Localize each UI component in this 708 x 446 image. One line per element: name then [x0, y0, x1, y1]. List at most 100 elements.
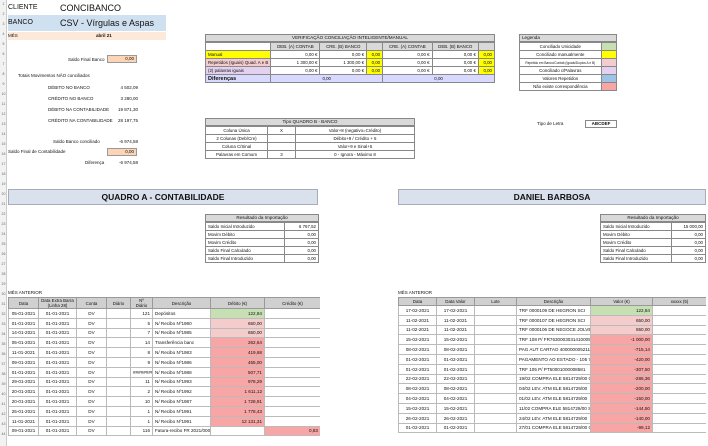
- table-row[interactable]: 01-02-2021 01-02-2021 TRF 105 P/ PT5000100…: [398, 363, 706, 375]
- table-cell: [264, 415, 320, 427]
- table-row[interactable]: 01-01-2021 01-01-2021 DV 5 N/ Recibo Nº1980 6…: [8, 317, 320, 329]
- row-number: 37: [1, 362, 6, 366]
- resultado-value[interactable]: 0,00: [284, 238, 319, 247]
- table-cell: 650,00: [210, 317, 265, 329]
- cliente-value[interactable]: CONCIBANCO: [60, 3, 121, 13]
- table-cell: 5: [130, 317, 153, 329]
- quadro-b-col-header[interactable]: Descrição: [516, 297, 591, 306]
- table-cell: 08-02-2021: [398, 344, 437, 355]
- quadro-b-col-header[interactable]: xxxxx (5): [652, 297, 706, 306]
- table-row[interactable]: 01-01-2021 01-01-2021 DV ######## N/ Recibo …: [8, 366, 320, 378]
- table-row[interactable]: 20-01-2021 01-01-2021 DV 2 N/ Recibo Nº1992 1…: [8, 386, 320, 398]
- table-cell: 14-01-2021: [8, 327, 39, 339]
- resultado-value[interactable]: 0,00: [284, 230, 319, 239]
- quadro-b-col-header[interactable]: Data: [398, 297, 437, 306]
- row-number: 18: [1, 172, 6, 176]
- row-number: 10: [1, 92, 6, 96]
- table-cell: 1 611,12: [210, 386, 265, 398]
- table-row[interactable]: 17-02-2021 17-02-2021 TRF 0000109 DE HEGRO…: [398, 305, 706, 316]
- quadro-b-col-header[interactable]: Lote: [474, 297, 517, 306]
- table-row[interactable]: 01-02-2021 01-02-2021 27/01 COMPRA ELE 581…: [398, 422, 706, 434]
- table-cell: [652, 373, 706, 385]
- saldo-final-banco-input[interactable]: 0,00: [107, 55, 137, 63]
- row-number: 29: [1, 282, 6, 286]
- mes-value[interactable]: abril 21: [96, 33, 112, 38]
- table-cell: 1 778,43: [210, 405, 265, 417]
- table-row[interactable]: 08-02-2021 08-02-2021 04/02 LEV. ATM ELE 5…: [398, 383, 706, 395]
- quadro-a-col-header[interactable]: Crédito (€): [264, 297, 320, 309]
- table-cell: 11-01-2021: [8, 347, 39, 358]
- quadro-b-col-header[interactable]: Valor (€): [590, 297, 653, 306]
- table-cell: [474, 383, 517, 395]
- tipo-quadro-cell[interactable]: [267, 142, 296, 151]
- table-cell: 7: [130, 327, 153, 339]
- summary-row: CRÉDITO NO BANCO 3 280,00: [48, 96, 148, 105]
- verificacao-row-label: (2) palavras iguais: [204, 66, 272, 75]
- resultado-row: Saldo Final Introduzido 0,00: [600, 254, 706, 263]
- table-row[interactable]: 08-02-2021 08-02-2021 PAG AUT CARTAO 40000…: [398, 344, 706, 355]
- verificacao-cell: 0,00 €: [431, 50, 479, 59]
- quadro-a-col-header[interactable]: Nº Diário: [130, 297, 153, 309]
- banco-value[interactable]: CSV - Vírgulas e Aspas: [60, 18, 154, 28]
- table-row[interactable]: 11-02-2021 11-02-2021 TRF 0000107 DE HEGRO…: [398, 314, 706, 326]
- table-row[interactable]: 15-02-2021 15-02-2021 11/02 COMPRA ELE 581…: [398, 402, 706, 414]
- table-row[interactable]: 11-01-2021 01-01-2021 DV 1 N/ Recibo Nº1991 1…: [8, 415, 320, 427]
- table-row[interactable]: 14-01-2021 01-01-2021 DV 7 N/ Recibo Nº1985 6…: [8, 327, 320, 339]
- quadro-a-col-header[interactable]: Débito (€): [210, 297, 265, 309]
- tipo-quadro-cell: Valor+9 e Sinal+5: [295, 142, 415, 151]
- tipo-letra-value[interactable]: ABCDEF: [585, 120, 617, 128]
- quadro-a-col-header[interactable]: Descrição: [152, 297, 211, 309]
- legenda-title: Legenda: [519, 34, 617, 42]
- table-cell: 11: [130, 376, 153, 388]
- table-cell: 15-02-2021: [436, 334, 475, 346]
- table-row[interactable]: 09-01-2021 01-01-2021 DV 9 N/ Recibo Nº1986 4…: [8, 356, 320, 368]
- table-cell: 9: [130, 356, 153, 368]
- resultado-value[interactable]: 15 000,00: [671, 222, 706, 231]
- table-row[interactable]: 26-02-2021 26-02-2021 24/02 LEV. ATM ELE 5…: [398, 412, 706, 424]
- quadro-a-col-header[interactable]: Diário: [106, 297, 131, 309]
- resultado-value[interactable]: 0,00: [671, 246, 706, 255]
- diferenca-value: -6 974,58: [118, 160, 138, 165]
- tipo-quadro-cell[interactable]: [267, 134, 296, 143]
- quadro-b-col-header[interactable]: Data Valor: [436, 297, 475, 306]
- table-row[interactable]: 20-01-2021 01-01-2021 DV 10 N/ Recibo Nº1987…: [8, 396, 320, 407]
- table-row[interactable]: 15-02-2021 15-02-2021 TRF 108 P/ FR7630003…: [398, 334, 706, 346]
- table-row[interactable]: 29-01-2021 01-01-2021 DV 11 N/ Recibo Nº1993…: [8, 376, 320, 388]
- table-row[interactable]: 04-02-2021 04-02-2021 01/02 LEV. ATM ELE 5…: [398, 393, 706, 404]
- resultado-value[interactable]: 6 767,52: [284, 222, 319, 231]
- table-cell: 01-01-2021: [38, 356, 77, 368]
- resultado-label: Saldo Final Introduzido: [205, 254, 285, 263]
- saldo-final-contab-input[interactable]: 0,00: [107, 148, 137, 156]
- table-cell: 419,68: [210, 347, 265, 358]
- table-row[interactable]: 22-02-2021 22-02-2021 19/02 COMPRA ELE 581…: [398, 373, 706, 385]
- verificacao-table: DEB. (A) CONTAB CRE. (B) BANCO CRE. (A) CO…: [204, 42, 496, 83]
- legenda-row: Conciliado Unicidade: [519, 42, 618, 51]
- resultado-value[interactable]: 0,00: [671, 238, 706, 247]
- table-row[interactable]: 09-01-2021 01-01-2021 DV 116 Fatura-recibo F…: [8, 425, 320, 437]
- legenda-swatch: [600, 42, 618, 51]
- table-row[interactable]: 01-02-2021 01-02-2021 PAGAMENTO AO ESTADO …: [398, 353, 706, 365]
- verificacao-cell: 1 300,00 €: [319, 58, 368, 67]
- resultado-row: Movim Crédito 0,00: [600, 238, 706, 247]
- table-cell: 17-02-2021: [398, 305, 437, 316]
- legenda-label: Conciliado manualmente: [519, 50, 602, 59]
- table-cell: N/ Recibo Nº1980: [152, 317, 211, 329]
- table-row[interactable]: 05-01-2021 01-01-2021 DV 14 Transferência ba…: [8, 337, 320, 349]
- table-row[interactable]: 11-01-2021 01-01-2021 DV 8 N/ Recibo Nº1983 4…: [8, 347, 320, 358]
- table-row[interactable]: 11-02-2021 11-02-2021 TRF 0000106 DE NEGOC…: [398, 324, 706, 336]
- quadro-a-col-header[interactable]: Data Extra Barra (Linha 28): [38, 297, 77, 309]
- resultado-value[interactable]: 0,00: [671, 254, 706, 263]
- tipo-quadro-cell[interactable]: X: [267, 126, 296, 135]
- row-number: 40: [1, 392, 6, 396]
- resultado-value[interactable]: 0,00: [284, 254, 319, 263]
- banco-label: BANCO: [8, 19, 33, 26]
- quadro-a-col-header[interactable]: Data: [8, 297, 39, 309]
- tipo-quadro-cell: Coluna C/Sinal: [205, 142, 268, 151]
- table-row[interactable]: 25-01-2021 01-01-2021 DV 1 N/ Recibo Nº1991 1…: [8, 405, 320, 417]
- table-row[interactable]: 05-01-2021 01-01-2021 DV 121 Depósitos 122,84: [8, 308, 320, 319]
- resultado-value[interactable]: 0,00: [284, 246, 319, 255]
- quadro-a-col-header[interactable]: Conta: [76, 297, 107, 309]
- resultado-value[interactable]: 0,00: [671, 230, 706, 239]
- tipo-quadro-cell[interactable]: 3: [267, 150, 296, 159]
- resultado-label: Movim Crédito: [600, 238, 672, 247]
